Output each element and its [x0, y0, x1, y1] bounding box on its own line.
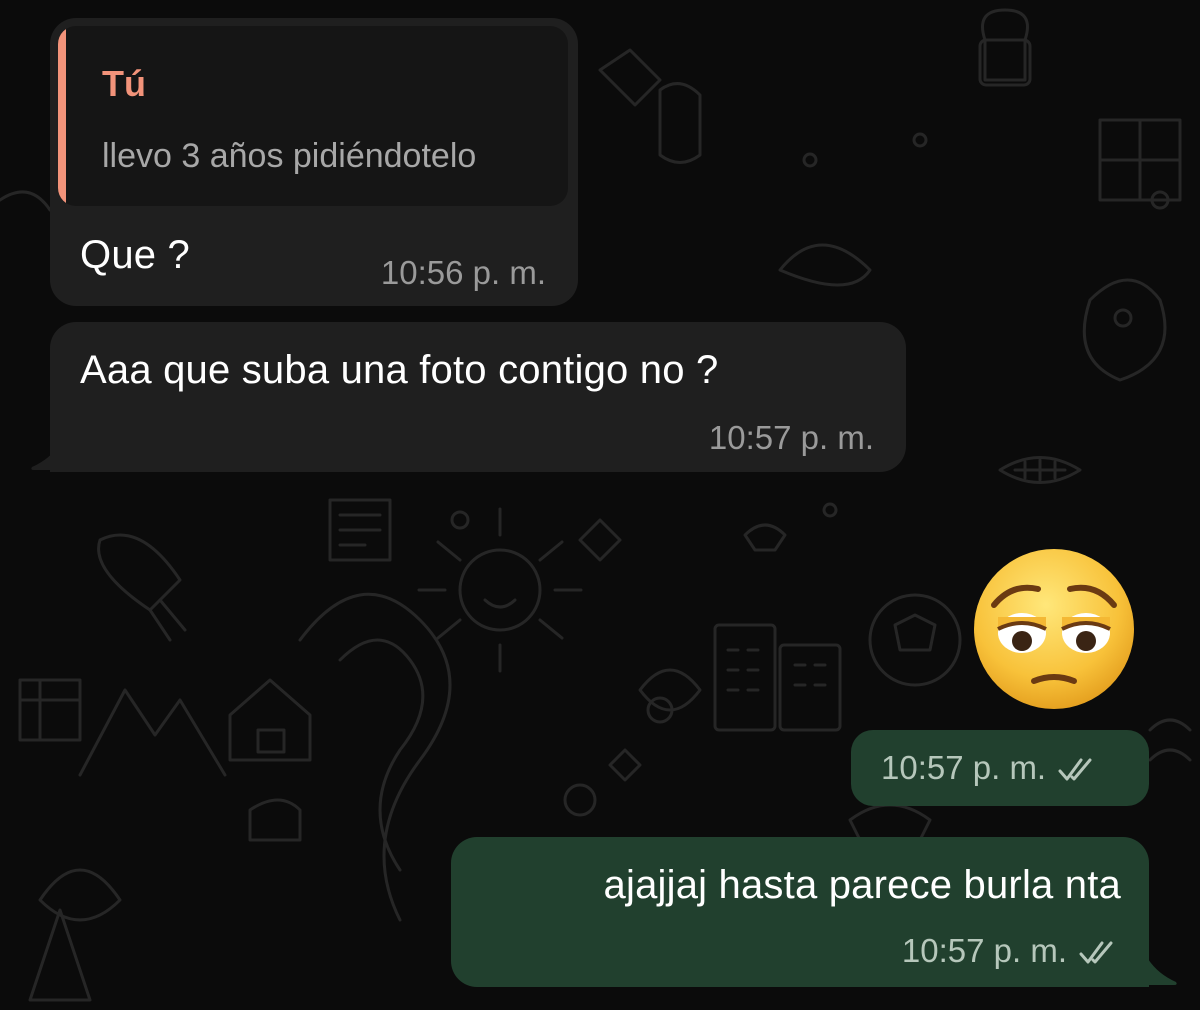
- message-timestamp: 10:56 p. m.: [380, 254, 546, 291]
- message-bubble-incoming[interactable]: Tú llevo 3 años pidiéndotelo Que ? 10:56…: [50, 18, 578, 306]
- reply-author: Tú: [102, 63, 146, 104]
- message-bubble-outgoing[interactable]: ajajjaj hasta parece burla nta 10:57 p. …: [451, 837, 1149, 987]
- bubble-tail-outgoing: [1148, 959, 1177, 985]
- reply-quote[interactable]: Tú llevo 3 años pidiéndotelo: [58, 26, 568, 206]
- reply-text: llevo 3 años pidiéndotelo: [102, 137, 477, 175]
- read-double-check-icon: [1079, 941, 1113, 964]
- message-timestamp: 10:57 p. m.: [881, 749, 1047, 786]
- read-double-check-icon: [1058, 758, 1092, 781]
- reply-accent-bar: [58, 26, 66, 206]
- message-bubble-outgoing-timestamp[interactable]: 10:57 p. m.: [851, 730, 1149, 806]
- message-bubble-incoming[interactable]: Aaa que suba una foto contigo no ? 10:57…: [50, 322, 906, 472]
- message-timestamp-row: 10:57 p. m.: [902, 932, 1121, 970]
- message-timestamp: 10:57 p. m.: [708, 419, 874, 456]
- message-text: ajajjaj hasta parece burla nta: [603, 863, 1121, 907]
- message-text: Que ?: [80, 233, 190, 277]
- message-timestamp-row: 10:57 p. m.: [881, 749, 1100, 787]
- message-timestamp: 10:57 p. m.: [901, 932, 1067, 969]
- pensive-face-emoji-icon[interactable]: [972, 547, 1136, 711]
- message-text: Aaa que suba una foto contigo no ?: [80, 348, 719, 392]
